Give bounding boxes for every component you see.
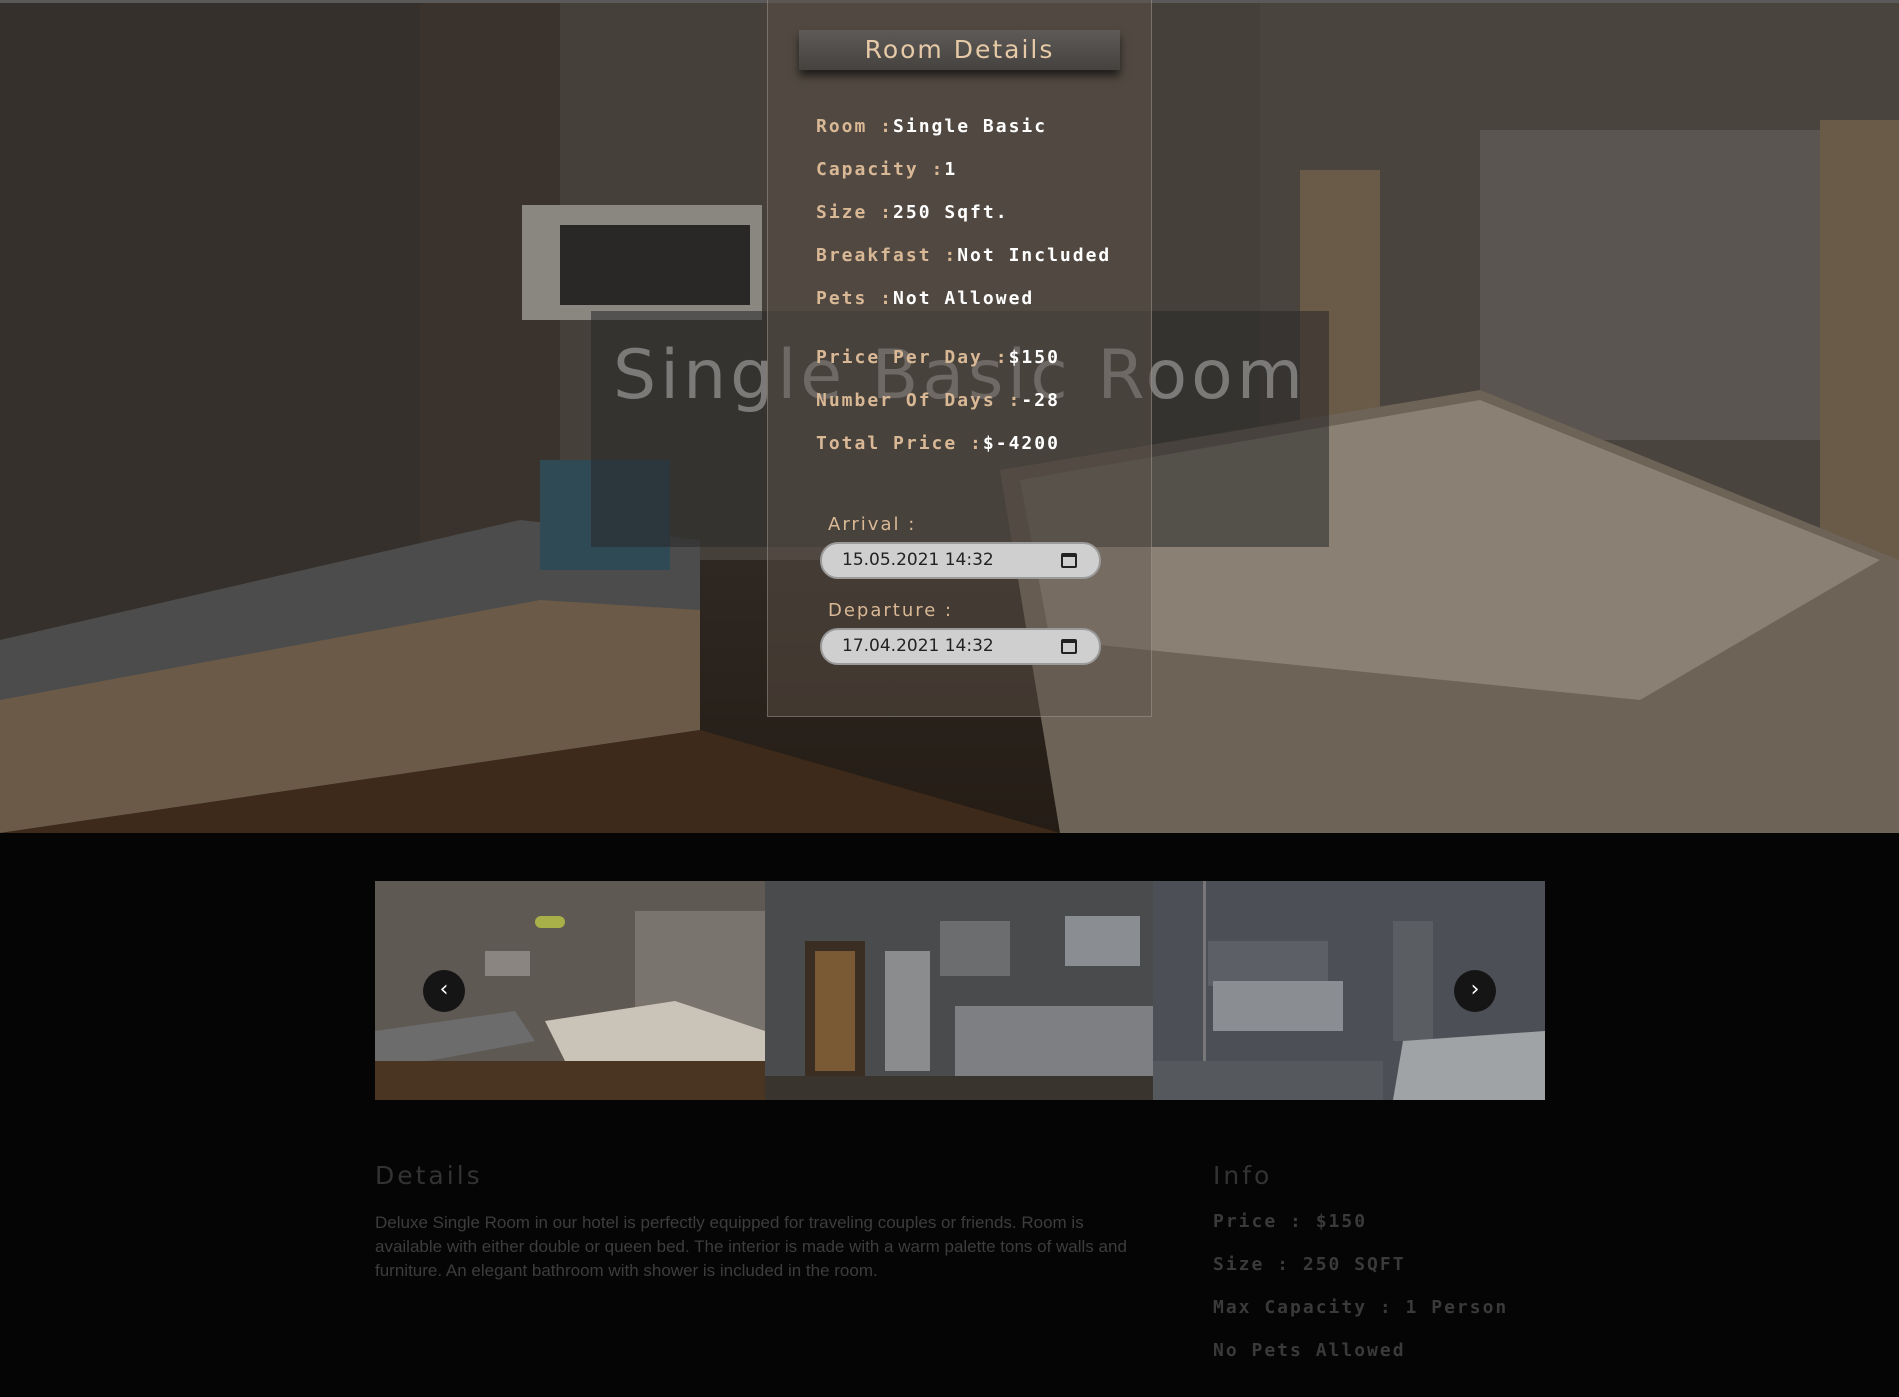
detail-value: 1 bbox=[944, 159, 958, 180]
carousel-next-button[interactable]: › bbox=[1454, 970, 1496, 1012]
detail-row-capacity: Capacity :1 bbox=[816, 159, 957, 180]
calendar-icon[interactable] bbox=[1061, 639, 1077, 654]
arrival-date-input[interactable]: 15.05.2021 14:32 bbox=[820, 542, 1101, 579]
detail-row-price-per-day: Price Per Day :$150 bbox=[816, 347, 1060, 368]
detail-row-breakfast: Breakfast :Not Included bbox=[816, 245, 1111, 266]
detail-row-number-of-days: Number Of Days :-28 bbox=[816, 390, 1060, 411]
info-item-size: Size : 250 SQFT bbox=[1213, 1254, 1406, 1275]
calendar-icon[interactable] bbox=[1061, 553, 1077, 568]
detail-row-pets: Pets :Not Allowed bbox=[816, 288, 1034, 309]
carousel-slide-kitchen bbox=[765, 881, 1153, 1100]
detail-row-total-price: Total Price :$-4200 bbox=[816, 433, 1060, 454]
detail-value: $-4200 bbox=[982, 433, 1060, 454]
departure-date-value: 17.04.2021 14:32 bbox=[842, 636, 994, 656]
detail-value: -28 bbox=[1021, 390, 1060, 411]
info-item-price: Price : $150 bbox=[1213, 1211, 1368, 1232]
detail-label: Capacity : bbox=[816, 159, 945, 180]
info-item-capacity: Max Capacity : 1 Person bbox=[1213, 1297, 1509, 1318]
arrival-label: Arrival : bbox=[828, 514, 917, 535]
details-title: Details bbox=[375, 1161, 483, 1190]
detail-row-room: Room :Single Basic bbox=[816, 116, 1047, 137]
departure-label: Departure : bbox=[828, 600, 954, 621]
detail-label: Number Of Days : bbox=[816, 390, 1022, 411]
room-image-carousel bbox=[375, 881, 1545, 1100]
details-description: Deluxe Single Room in our hotel is perfe… bbox=[375, 1213, 1127, 1280]
departure-date-input[interactable]: 17.04.2021 14:32 bbox=[820, 628, 1101, 665]
info-item-pets: No Pets Allowed bbox=[1213, 1340, 1406, 1361]
chevron-left-icon: ‹ bbox=[439, 977, 449, 1002]
detail-label: Size : bbox=[816, 202, 894, 223]
panel-header: Room Details bbox=[799, 30, 1120, 70]
info-title: Info bbox=[1213, 1161, 1273, 1190]
arrival-date-value: 15.05.2021 14:32 bbox=[842, 550, 994, 570]
detail-label: Price Per Day : bbox=[816, 347, 1009, 368]
detail-value: $150 bbox=[1008, 347, 1060, 368]
detail-label: Total Price : bbox=[816, 433, 983, 454]
detail-label: Pets : bbox=[816, 288, 894, 309]
detail-value: 250 Sqft. bbox=[893, 202, 1009, 223]
chevron-right-icon: › bbox=[1470, 977, 1480, 1002]
detail-value: Not Included bbox=[957, 245, 1112, 266]
detail-label: Breakfast : bbox=[816, 245, 958, 266]
carousel-prev-button[interactable]: ‹ bbox=[423, 970, 465, 1012]
detail-label: Room : bbox=[816, 116, 894, 137]
detail-row-size: Size :250 Sqft. bbox=[816, 202, 1009, 223]
room-details-panel: Room Details Room :Single Basic Capacity… bbox=[767, 0, 1152, 717]
detail-value: Single Basic bbox=[893, 116, 1048, 137]
detail-value: Not Allowed bbox=[893, 288, 1035, 309]
